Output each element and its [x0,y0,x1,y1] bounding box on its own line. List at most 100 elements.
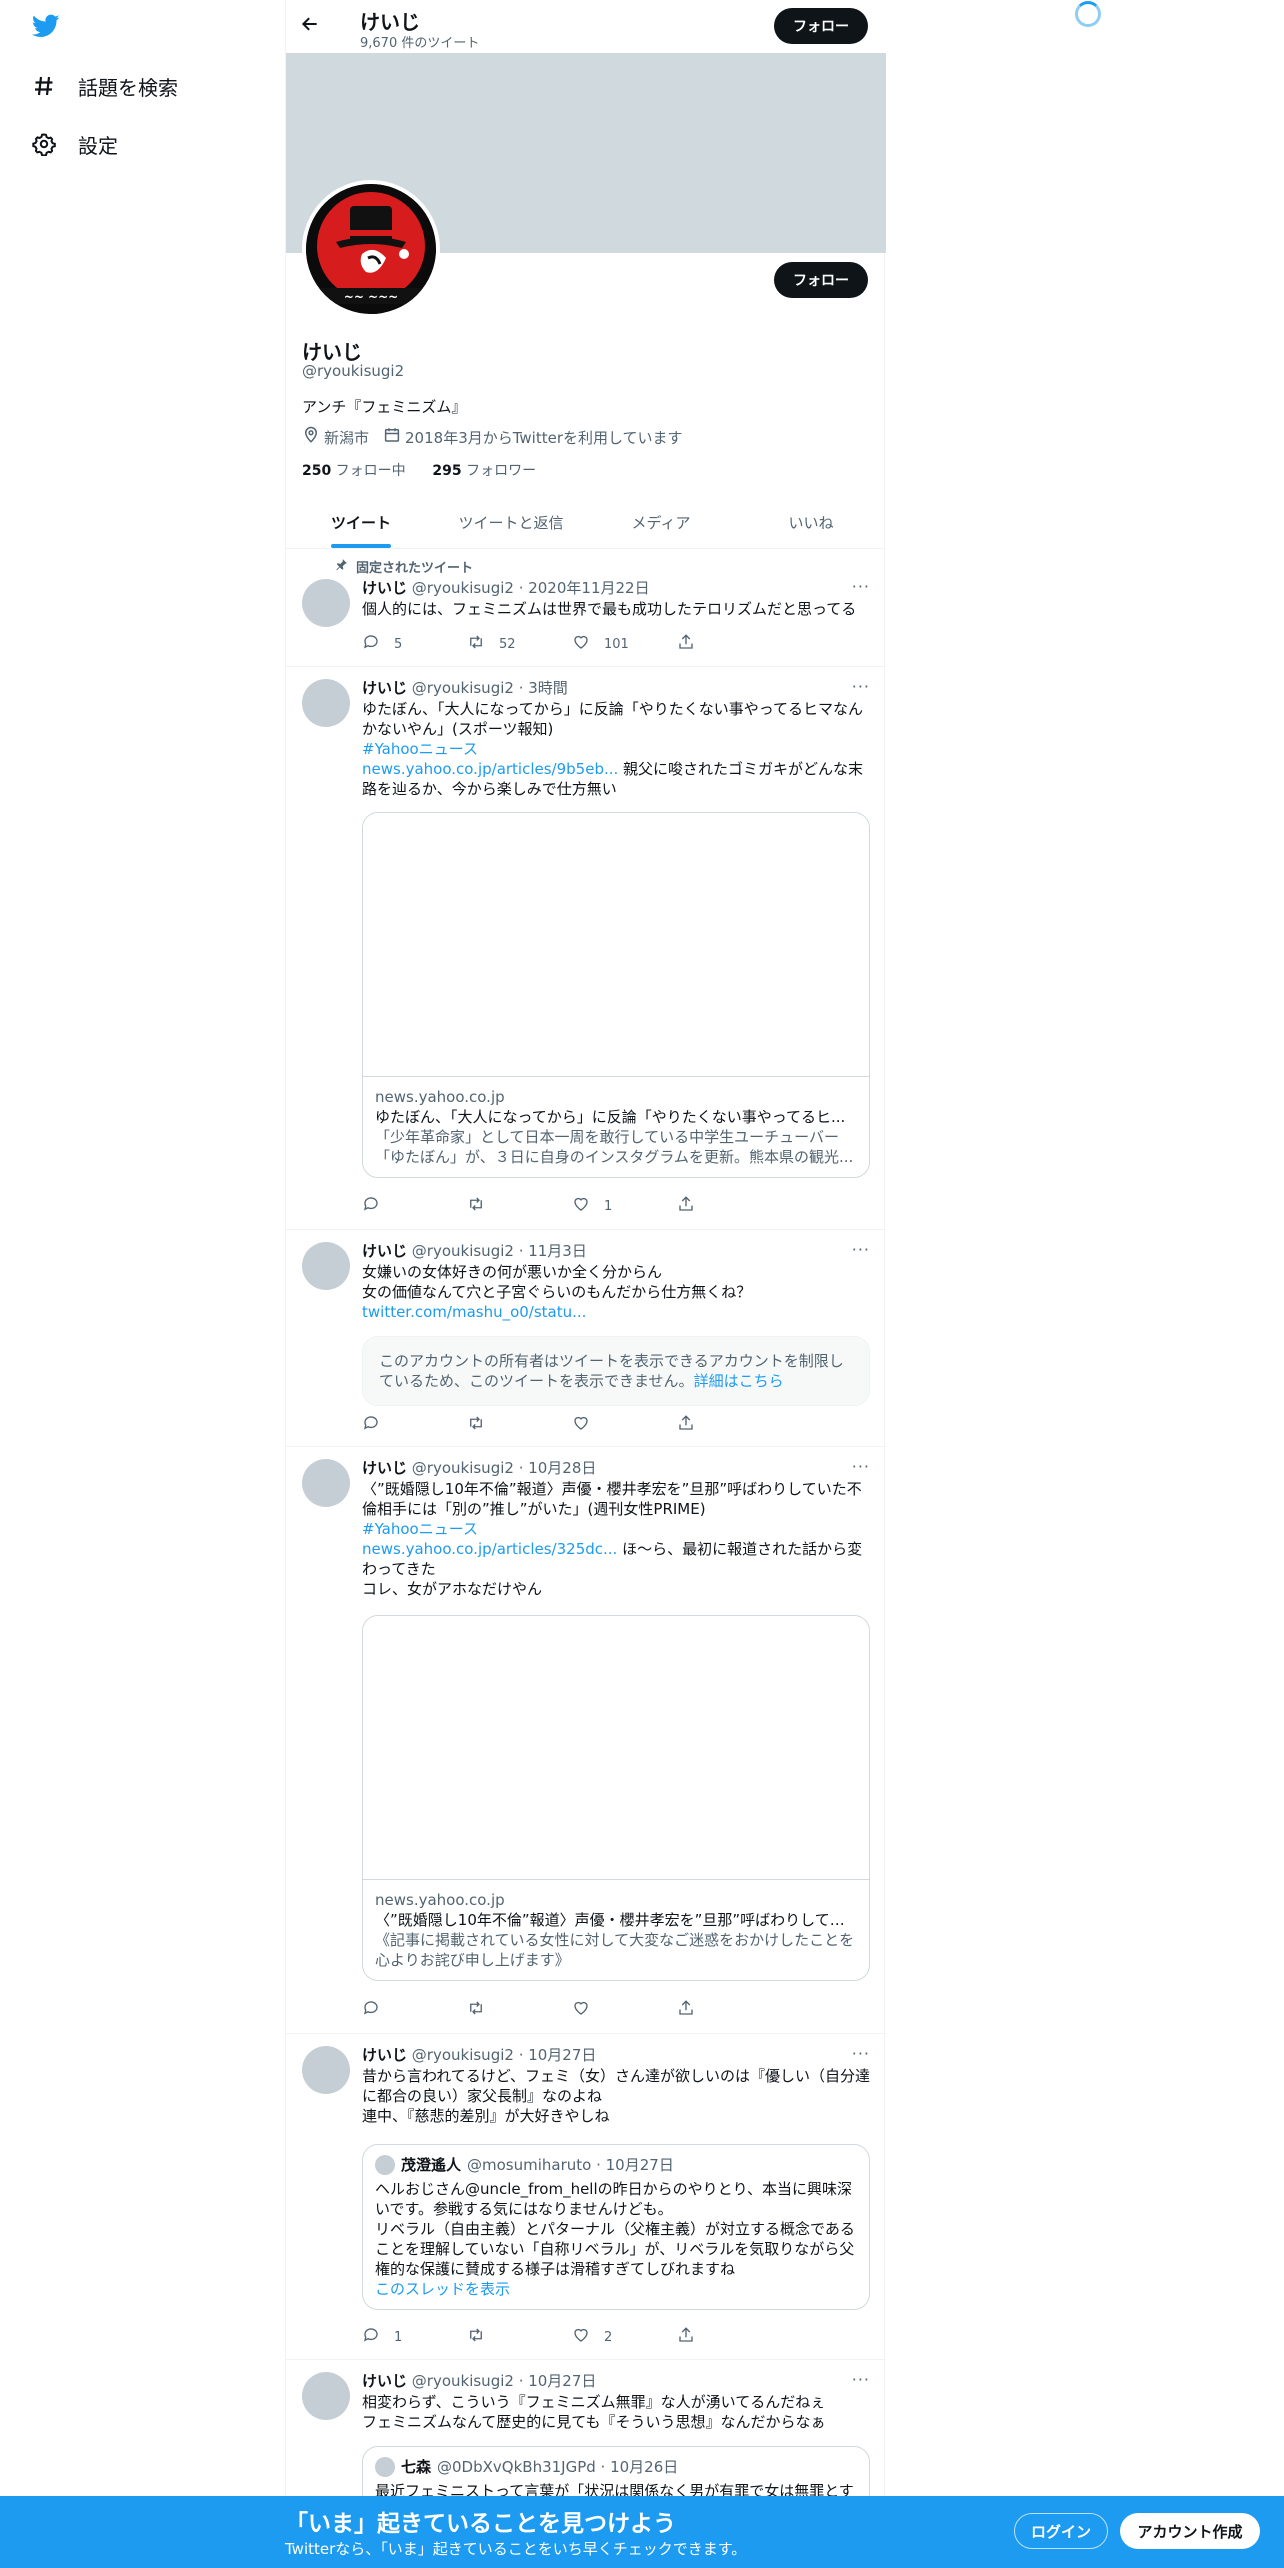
tweet-avatar[interactable] [302,1459,350,1507]
tab-tweets[interactable]: ツイート [286,496,436,548]
more-options-icon[interactable]: ··· [852,677,870,696]
share-button[interactable] [677,1195,782,1217]
tweet-text: 女嫌いの女体好きの何が悪いか全く分からん 女の価値なんて穴と子宮ぐらいのもんだか… [362,1262,872,1322]
tweet-avatar[interactable] [302,2372,350,2420]
reply-button[interactable] [362,1999,467,2021]
share-button[interactable] [677,1414,782,1436]
tweet-handle-date[interactable]: @ryoukisugi2 · 2020年11月22日 [407,579,650,597]
following-link[interactable]: 250 フォロー中 [302,463,406,479]
tweet-author-name[interactable]: けいじ [362,2372,407,2390]
more-options-icon[interactable]: ··· [852,1240,870,1259]
share-button[interactable] [677,633,782,655]
retweet-button[interactable] [467,1195,572,1217]
tweet-item[interactable]: けいじ @ryoukisugi2 · 10月27日 ··· 昔から言われてるけど… [286,2034,886,2360]
nav-explore[interactable]: 話題を検索 [30,62,178,110]
tweet-item[interactable]: けいじ @ryoukisugi2 · 3時間 ··· ゆたぼん、「大人になってか… [286,667,886,1230]
tweet-item[interactable]: 固定されたツイート けいじ @ryoukisugi2 · 2020年11月22日… [286,549,886,667]
show-thread-link[interactable]: このスレッドを表示 [375,2279,857,2299]
reply-button[interactable]: 5 [362,633,467,655]
hashtag-link[interactable]: #Yahooニュース [362,1520,478,1538]
link-card-body: news.yahoo.co.jp ゆたぼん、「大人になってから」に反論「やりたく… [363,1077,869,1177]
tab-tweets-and-replies[interactable]: ツイートと返信 [436,496,586,548]
tweet-text-body: 昔から言われてるけど、フェミ（女）さん達が欲しいのは『優しい（自分達に都合の良い… [362,2067,871,2105]
reply-count: 1 [394,2329,403,2345]
hashtag-link[interactable]: #Yahooニュース [362,740,478,758]
tweet-item[interactable]: けいじ @ryoukisugi2 · 10月28日 ··· 〈”既婚隠し10年不… [286,1447,886,2034]
share-button[interactable] [677,2326,782,2348]
learn-more-link[interactable]: 詳細はこちら [694,1372,784,1390]
tweet-handle-date[interactable]: @ryoukisugi2 · 11月3日 [407,1242,587,1260]
retweet-icon [467,2326,499,2348]
article-link[interactable]: news.yahoo.co.jp/articles/325dc... [362,1540,617,1558]
nav-settings[interactable]: 設定 [30,120,118,168]
profile-avatar[interactable]: ~~ ~~~ [302,180,440,318]
calendar-icon [383,426,405,448]
retweet-icon [467,1195,499,1217]
reply-button[interactable]: 1 [362,2326,467,2348]
retweet-button[interactable] [467,1999,572,2021]
back-arrow-icon[interactable] [300,14,324,38]
tab-media[interactable]: メディア [586,496,736,548]
tweet-avatar[interactable] [302,1242,350,1290]
tweet-text-line: 女嫌いの女体好きの何が悪いか全く分からん [362,1263,663,1281]
more-options-icon[interactable]: ··· [852,2370,870,2389]
loading-spinner-icon [1075,1,1101,27]
tweet-author-name[interactable]: けいじ [362,1459,407,1477]
reply-button[interactable] [362,1195,467,1217]
header-follow-button[interactable]: フォロー [774,8,868,44]
retweet-button[interactable] [467,1414,572,1436]
more-options-icon[interactable]: ··· [852,577,870,596]
share-button[interactable] [677,1999,782,2021]
pinned-indicator: 固定されたツイート [334,557,473,576]
link-card[interactable]: news.yahoo.co.jp 〈”既婚隠し10年不倫”報道〉声優・櫻井孝宏を… [362,1615,870,1981]
tweet-header: けいじ @ryoukisugi2 · 10月28日 [362,1457,596,1478]
tweet-author-name[interactable]: けいじ [362,1242,407,1260]
like-button[interactable]: 2 [572,2326,677,2348]
like-button[interactable] [572,1414,677,1436]
profile-joined-text: 2018年3月からTwitterを利用しています [405,428,683,447]
tweet-author-name[interactable]: けいじ [362,679,407,697]
retweet-button[interactable] [467,2326,572,2348]
login-button[interactable]: ログイン [1014,2513,1108,2549]
retweet-count: 52 [499,636,516,652]
link-card[interactable]: news.yahoo.co.jp ゆたぼん、「大人になってから」に反論「やりたく… [362,812,870,1178]
signup-prompt-title: 「いま」起きていることを見つけよう [285,2511,676,2537]
tweet-avatar[interactable] [302,679,350,727]
pin-icon [334,558,356,576]
profile-tabs: ツイート ツイートと返信 メディア いいね [286,496,886,549]
tweet-author-name[interactable]: けいじ [362,2046,407,2064]
profile-follow-button[interactable]: フォロー [774,262,868,298]
signup-button[interactable]: アカウント作成 [1120,2513,1260,2549]
gear-icon [30,130,58,158]
reply-button[interactable] [362,1414,467,1436]
tweet-text-body: 相変わらず、こういう『フェミニズム無罪』な人が湧いてるんだねぇ [362,2393,826,2411]
like-button[interactable] [572,1999,677,2021]
twitter-logo-icon[interactable] [30,12,66,44]
quoted-tweet-author: 茂澄遙人 [401,2156,462,2174]
tweet-author-name[interactable]: けいじ [362,579,407,597]
tweet-handle-date[interactable]: @ryoukisugi2 · 3時間 [407,679,568,697]
like-button[interactable]: 101 [572,633,677,655]
tweet-handle-date[interactable]: @ryoukisugi2 · 10月27日 [407,2372,597,2390]
article-link[interactable]: news.yahoo.co.jp/articles/9b5eb... [362,760,618,778]
tweet-handle-date[interactable]: @ryoukisugi2 · 10月27日 [407,2046,597,2064]
tab-likes[interactable]: いいね [736,496,886,548]
tweet-avatar[interactable] [302,2046,350,2094]
more-options-icon[interactable]: ··· [852,1457,870,1476]
tweet-text-line: 連中、『慈悲的差別』が大好きやしね [362,2107,610,2125]
tweet-text: 相変わらず、こういう『フェミニズム無罪』な人が湧いてるんだねぇ フェミニズムなん… [362,2392,872,2432]
more-options-icon[interactable]: ··· [852,2044,870,2063]
followers-link[interactable]: 295 フォロワー [432,463,536,479]
quoted-tweet-link[interactable]: twitter.com/mashu_o0/statu... [362,1303,586,1321]
link-card-domain: news.yahoo.co.jp [375,1088,505,1106]
retweet-button[interactable]: 52 [467,633,572,655]
like-button[interactable]: 1 [572,1195,677,1217]
tweet-avatar[interactable] [302,579,350,627]
tweet-handle-date[interactable]: @ryoukisugi2 · 10月28日 [407,1459,597,1477]
tweet-item[interactable]: けいじ @ryoukisugi2 · 11月3日 ··· 女嫌いの女体好きの何が… [286,1230,886,1447]
left-navigation: 話題を検索 設定 [0,0,285,2568]
reply-icon [362,633,394,655]
quoted-tweet[interactable]: 茂澄遙人 @mosumiharuto · 10月27日 ヘルおじさん@uncle… [362,2144,870,2310]
reply-count: 5 [394,636,403,652]
hashtag-icon [30,72,58,100]
